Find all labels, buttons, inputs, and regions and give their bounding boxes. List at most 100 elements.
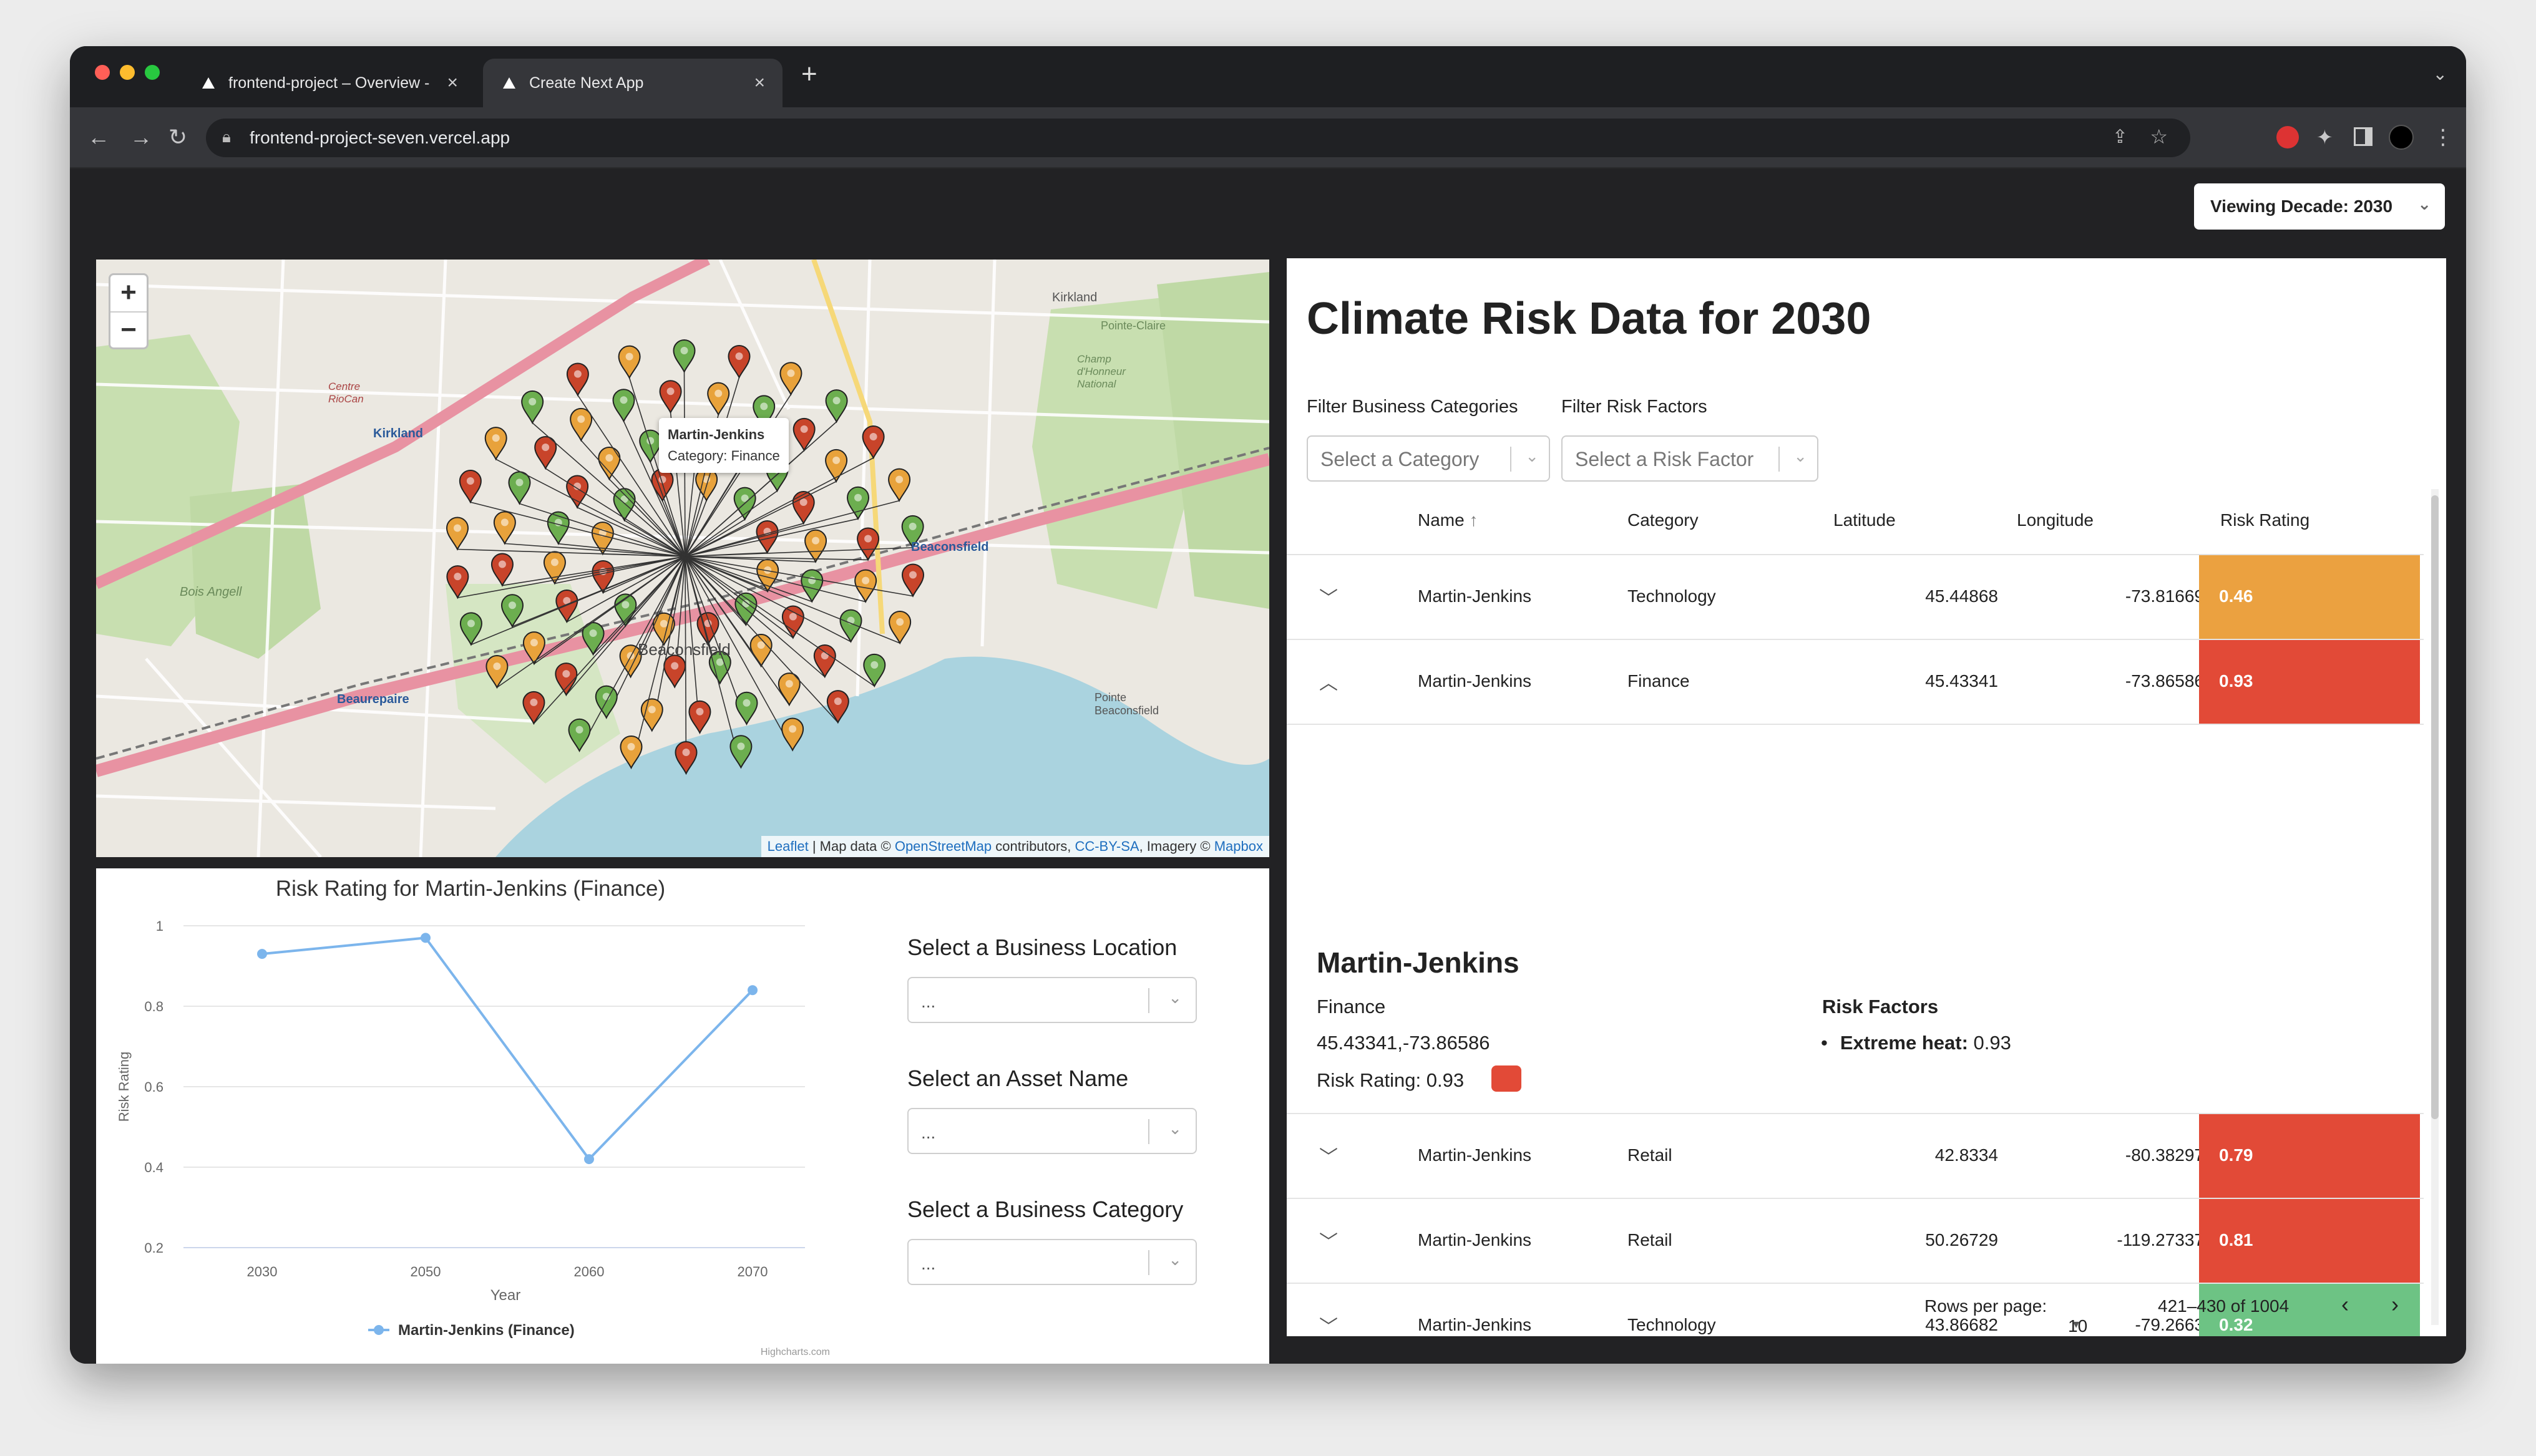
address-bar[interactable]: 🔒︎ frontend-project-seven.vercel.app ⇪ ☆ (206, 119, 2190, 157)
map-marker-pin[interactable] (659, 380, 682, 414)
decade-select[interactable]: Viewing Decade: 2030 ⌄ (2194, 183, 2445, 230)
table-scrollbar[interactable] (2431, 489, 2439, 1325)
map-marker-pin[interactable] (839, 609, 862, 643)
map-view[interactable]: + − Martin-Jenkins Category: Finance Kir… (96, 260, 1269, 857)
location-select[interactable]: ... ⌄ (907, 977, 1197, 1023)
table-row[interactable]: ﹀ Martin-Jenkins Retail 50.26729 -119.27337 0… (1287, 1199, 2424, 1284)
chevron-down-icon[interactable]: ﹀ (1319, 1142, 1338, 1169)
close-window-button[interactable] (95, 65, 110, 80)
map-marker-pin[interactable] (862, 425, 885, 460)
chevron-up-icon[interactable]: ︿ (1319, 667, 1338, 695)
map-marker-pin[interactable] (813, 644, 836, 679)
category-filter-select[interactable]: Select a Category ⌄ (1307, 435, 1550, 482)
map-marker-pin[interactable] (889, 610, 912, 645)
prev-page-button[interactable]: ‹ (2341, 1291, 2349, 1318)
data-point[interactable] (748, 985, 758, 996)
map-marker-pin[interactable] (493, 511, 516, 545)
map-marker-pin[interactable] (592, 560, 615, 595)
column-header-latitude[interactable]: Latitude (1833, 510, 1896, 530)
chevron-down-icon[interactable]: ﹀ (1319, 583, 1338, 610)
table-row[interactable]: ﹀ Martin-Jenkins Technology 45.44868 -73.816… (1287, 555, 2424, 640)
column-header-risk-rating[interactable]: Risk Rating (2220, 510, 2309, 530)
reload-icon[interactable]: ↻ (168, 124, 187, 151)
maximize-window-button[interactable] (145, 65, 160, 80)
map-marker-pin[interactable] (500, 594, 524, 628)
map-marker-pin[interactable] (566, 475, 589, 509)
map-marker-pin[interactable] (781, 605, 804, 639)
map-marker-pin[interactable] (459, 470, 482, 504)
close-tab-icon[interactable]: × (754, 72, 765, 94)
zoom-in-button[interactable]: + (110, 275, 147, 311)
column-header-name[interactable]: Name ↑ (1418, 510, 1478, 530)
risk-line-chart[interactable]: Risk Rating for Martin-Jenkins (Finance)… (96, 868, 857, 1364)
map-marker-pin[interactable] (825, 449, 848, 483)
column-header-longitude[interactable]: Longitude (2017, 510, 2094, 530)
data-point[interactable] (257, 949, 267, 959)
map-marker-pin[interactable] (673, 339, 696, 374)
scrollbar-thumb[interactable] (2431, 495, 2439, 1119)
leaflet-link[interactable]: Leaflet (768, 838, 809, 854)
category-select[interactable]: ... ⌄ (907, 1239, 1197, 1285)
map-marker-pin[interactable] (490, 553, 514, 587)
map-marker-pin[interactable] (728, 345, 751, 379)
menu-kebab-icon[interactable]: ⋮ (2432, 124, 2454, 151)
table-row[interactable]: ﹀ Martin-Jenkins Retail 42.8334 -80.38297 0.7… (1287, 1114, 2424, 1199)
map-marker-pin[interactable] (675, 741, 698, 775)
chevron-down-icon[interactable]: ﹀ (1319, 1226, 1338, 1254)
map-marker-pin[interactable] (484, 427, 507, 461)
map-marker-pin[interactable] (568, 718, 591, 752)
map-marker-pin[interactable] (826, 690, 849, 724)
map-marker-pin[interactable] (555, 589, 578, 624)
map-marker-pin[interactable] (663, 654, 686, 689)
map-marker-pin[interactable] (446, 517, 469, 551)
sidepanel-icon[interactable] (2354, 127, 2373, 146)
map-marker-pin[interactable] (620, 735, 643, 770)
map-marker-pin[interactable] (618, 345, 641, 379)
map-marker-pin[interactable] (508, 471, 531, 505)
legend-item[interactable]: Martin-Jenkins (Finance) (398, 1322, 575, 1339)
map-marker-pin[interactable] (522, 691, 545, 726)
map-marker-pin[interactable] (804, 529, 827, 563)
map-marker-pin[interactable] (612, 389, 635, 423)
tab-create-next-app[interactable]: Create Next App × (483, 59, 783, 107)
map-marker-pin[interactable] (459, 612, 482, 646)
map-marker-pin[interactable] (825, 389, 848, 424)
next-page-button[interactable]: › (2391, 1291, 2399, 1318)
data-point[interactable] (421, 933, 431, 943)
map-marker-pin[interactable] (570, 407, 593, 442)
map-marker-pin[interactable] (688, 700, 711, 735)
marker-layer[interactable] (96, 260, 1269, 857)
map-marker-pin[interactable] (854, 569, 877, 603)
map-marker-pin[interactable] (781, 717, 804, 752)
profile-avatar[interactable] (2389, 125, 2414, 150)
mapbox-link[interactable]: Mapbox (1214, 838, 1263, 854)
map-marker-pin[interactable] (566, 362, 589, 397)
forward-icon[interactable]: → (130, 124, 152, 151)
data-point[interactable] (584, 1154, 594, 1165)
map-marker-pin[interactable] (613, 488, 636, 522)
tab-overview[interactable]: frontend-project – Overview - × (182, 59, 476, 107)
chart-credit[interactable]: Highcharts.com (761, 1347, 830, 1357)
map-marker-pin[interactable] (847, 486, 870, 520)
map-marker-pin[interactable] (857, 527, 880, 561)
map-marker-pin[interactable] (801, 569, 824, 603)
map-marker-pin[interactable] (779, 362, 802, 396)
new-tab-button[interactable]: + (801, 59, 817, 90)
license-link[interactable]: CC-BY-SA (1075, 838, 1139, 854)
map-marker-pin[interactable] (729, 735, 753, 769)
osm-link[interactable]: OpenStreetMap (895, 838, 992, 854)
map-marker-pin[interactable] (792, 417, 816, 452)
map-marker-pin[interactable] (521, 390, 544, 425)
close-tab-icon[interactable]: × (447, 72, 458, 94)
map-marker-pin[interactable] (792, 491, 815, 525)
map-marker-pin[interactable] (888, 468, 911, 502)
map-marker-pin[interactable] (707, 382, 730, 416)
column-header-category[interactable]: Category (1627, 510, 1699, 530)
extension-red-icon[interactable] (2276, 126, 2299, 148)
map-marker-pin[interactable] (901, 563, 925, 598)
asset-select[interactable]: ... ⌄ (907, 1108, 1197, 1154)
back-icon[interactable]: ← (87, 124, 110, 151)
risk-filter-select[interactable]: Select a Risk Factor ⌄ (1561, 435, 1818, 482)
minimize-window-button[interactable] (120, 65, 135, 80)
zoom-out-button[interactable]: − (110, 311, 147, 347)
